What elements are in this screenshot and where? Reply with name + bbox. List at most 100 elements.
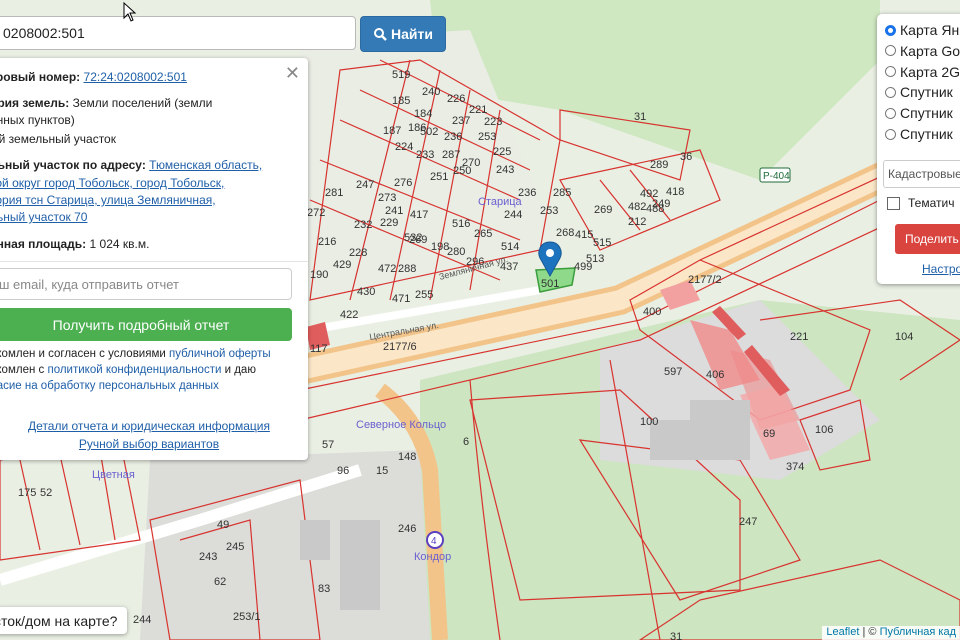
parcel-number-label: 516 (452, 218, 470, 230)
parcel-number-label: 15 (376, 465, 388, 477)
parcel-number-label: 228 (349, 247, 367, 259)
industrial-area (140, 450, 430, 640)
parcel-number-label: 104 (895, 331, 913, 343)
basemap-option[interactable]: Спутник (885, 124, 953, 144)
agree-offer-row: акомлен и согласен с условиями публичной… (0, 346, 288, 363)
parcel-number-label: 418 (666, 186, 684, 198)
parcel-number-label: 229 (380, 217, 398, 229)
basemap-option[interactable]: Спутник (885, 103, 953, 123)
cad-number-link[interactable]: 72:24:0208002:501 (84, 70, 187, 84)
parcel-number-label: 57 (322, 439, 334, 451)
parcel-number-label: 265 (474, 228, 492, 240)
parcel-number-label: 247 (739, 516, 757, 528)
basemap-option-label: Спутник (900, 105, 953, 122)
place-label: Цветная (92, 469, 135, 481)
parcel-number-label: 198 (431, 241, 449, 253)
basemap-option[interactable]: Карта 2G (885, 62, 960, 82)
public-cadastral-link[interactable]: Публичная кад (880, 626, 956, 638)
parcel-number-label: 221 (469, 104, 487, 116)
parcel-number-label: 281 (325, 187, 343, 199)
parcel-number-label: 212 (628, 216, 646, 228)
parcel-number-label: 269 (594, 204, 612, 216)
address-link-2[interactable]: кой округ город Тобольск, город Тобольск… (0, 176, 224, 190)
parcel-number-label: 253 (540, 205, 558, 217)
radio-icon (885, 24, 896, 36)
parcel-number-label: 236 (444, 131, 462, 143)
parcel-number-label: 289 (650, 159, 668, 171)
parcel-number-label: 250 (453, 165, 471, 177)
radio-icon (885, 128, 896, 140)
cadastral-layer-select[interactable]: Кадастровые (883, 160, 960, 188)
parcel-number-label: 415 (575, 229, 593, 241)
settings-link[interactable]: Настро (922, 262, 960, 276)
parcel-number-label: 417 (410, 209, 428, 221)
address-link-1[interactable]: Тюменская область, (149, 158, 262, 172)
parcel-number-label: 374 (786, 461, 804, 473)
cadastral-layer-label: Кадастровые (888, 167, 960, 181)
svg-text:4: 4 (431, 536, 437, 547)
email-input[interactable]: ш email, куда отправить отчет (0, 268, 292, 300)
place-label: Старица (478, 196, 523, 208)
parcel-number-label: 255 (415, 289, 433, 301)
search-button[interactable]: Найти (360, 16, 446, 52)
mouse-cursor-icon (123, 2, 137, 22)
poi-icon[interactable]: 4 (426, 531, 444, 549)
search-input[interactable]: 0208002:501 (0, 16, 356, 50)
divider (0, 261, 308, 262)
email-placeholder: ш email, куда отправить отчет (0, 276, 179, 292)
parcel-number-label: 400 (643, 306, 661, 318)
area-value: 1 024 кв.м. (89, 237, 150, 251)
leaflet-link[interactable]: Leaflet (826, 626, 859, 638)
thematic-checkbox[interactable]: Тематич (887, 196, 954, 210)
parcel-number-label: 237 (452, 115, 470, 127)
get-report-button[interactable]: Получить подробный отчет (0, 308, 292, 341)
parcel-number-label: 232 (354, 219, 372, 231)
parcel-number-label: 251 (430, 171, 448, 183)
personal-data-link[interactable]: ласие на обработку персональных данных (0, 380, 219, 392)
basemap-option-label: Спутник (900, 84, 953, 101)
search-input-value: 0208002:501 (3, 25, 85, 41)
checkbox-icon (887, 196, 900, 210)
basemap-option-label: Карта Go (900, 42, 960, 59)
parcel-number-label: 223 (484, 116, 502, 128)
find-house-button[interactable]: сток/дом на карте? (0, 607, 128, 634)
parcel-number-label: 106 (815, 424, 833, 436)
agree-privacy-text: акомлен с (0, 364, 45, 376)
search-button-label: Найти (391, 26, 433, 42)
manual-choice-link[interactable]: Ручной выбор вариантов (0, 437, 308, 451)
address-link-4[interactable]: льный участок 70 (0, 210, 87, 224)
parcel-number-label: 187 (383, 125, 401, 137)
parcel-number-label: 117 (310, 343, 328, 355)
layers-panel: Карта Ян Карта Go Карта 2G Спутник Спутник Сп… (877, 14, 960, 284)
parcel-number-label: 36 (680, 151, 692, 163)
parcel-number-label: 83 (318, 583, 330, 595)
parcel-number-label: 185 (392, 95, 410, 107)
parcel-number-label: 190 (310, 269, 328, 281)
address-row: льный участок по адресу: Тюменская облас… (0, 157, 288, 174)
basemap-option[interactable]: Спутник (885, 82, 953, 102)
parcel-number-label: 472 (378, 263, 396, 275)
parcel-number-label: 233 (416, 149, 434, 161)
land-category-value-2: енных пунктов) (0, 113, 75, 127)
basemap-option[interactable]: Карта Ян (885, 20, 959, 40)
parcel-number-label: 244 (133, 614, 151, 626)
report-details-link[interactable]: Детали отчета и юридическая информация (0, 419, 308, 433)
basemap-option-label: Карта 2G (900, 63, 960, 80)
parcel-number-label: 273 (378, 192, 396, 204)
address-link-3[interactable]: тория тсн Старица, улица Земляничная, (0, 193, 216, 207)
share-button[interactable]: Поделить (895, 224, 960, 254)
basemap-option[interactable]: Карта Go (885, 41, 960, 61)
parcel-number-label: 406 (706, 369, 724, 381)
parcel-number-label: 253 (478, 131, 496, 143)
parcel-number-label: 492 (640, 188, 658, 200)
find-house-label: сток/дом на карте? (0, 612, 118, 629)
parcel-number-label: 6 (463, 436, 469, 448)
privacy-policy-link[interactable]: политикой конфиденциальности (47, 364, 221, 376)
parcel-number-label: 100 (640, 416, 658, 428)
radio-icon (885, 86, 896, 98)
parcel-number-label: 226 (447, 93, 465, 105)
parcel-number-label: 240 (422, 86, 440, 98)
parcel-number-label: 224 (395, 141, 413, 153)
public-offer-link[interactable]: публичной оферты (169, 348, 271, 360)
place-label: Кондор (414, 551, 451, 563)
